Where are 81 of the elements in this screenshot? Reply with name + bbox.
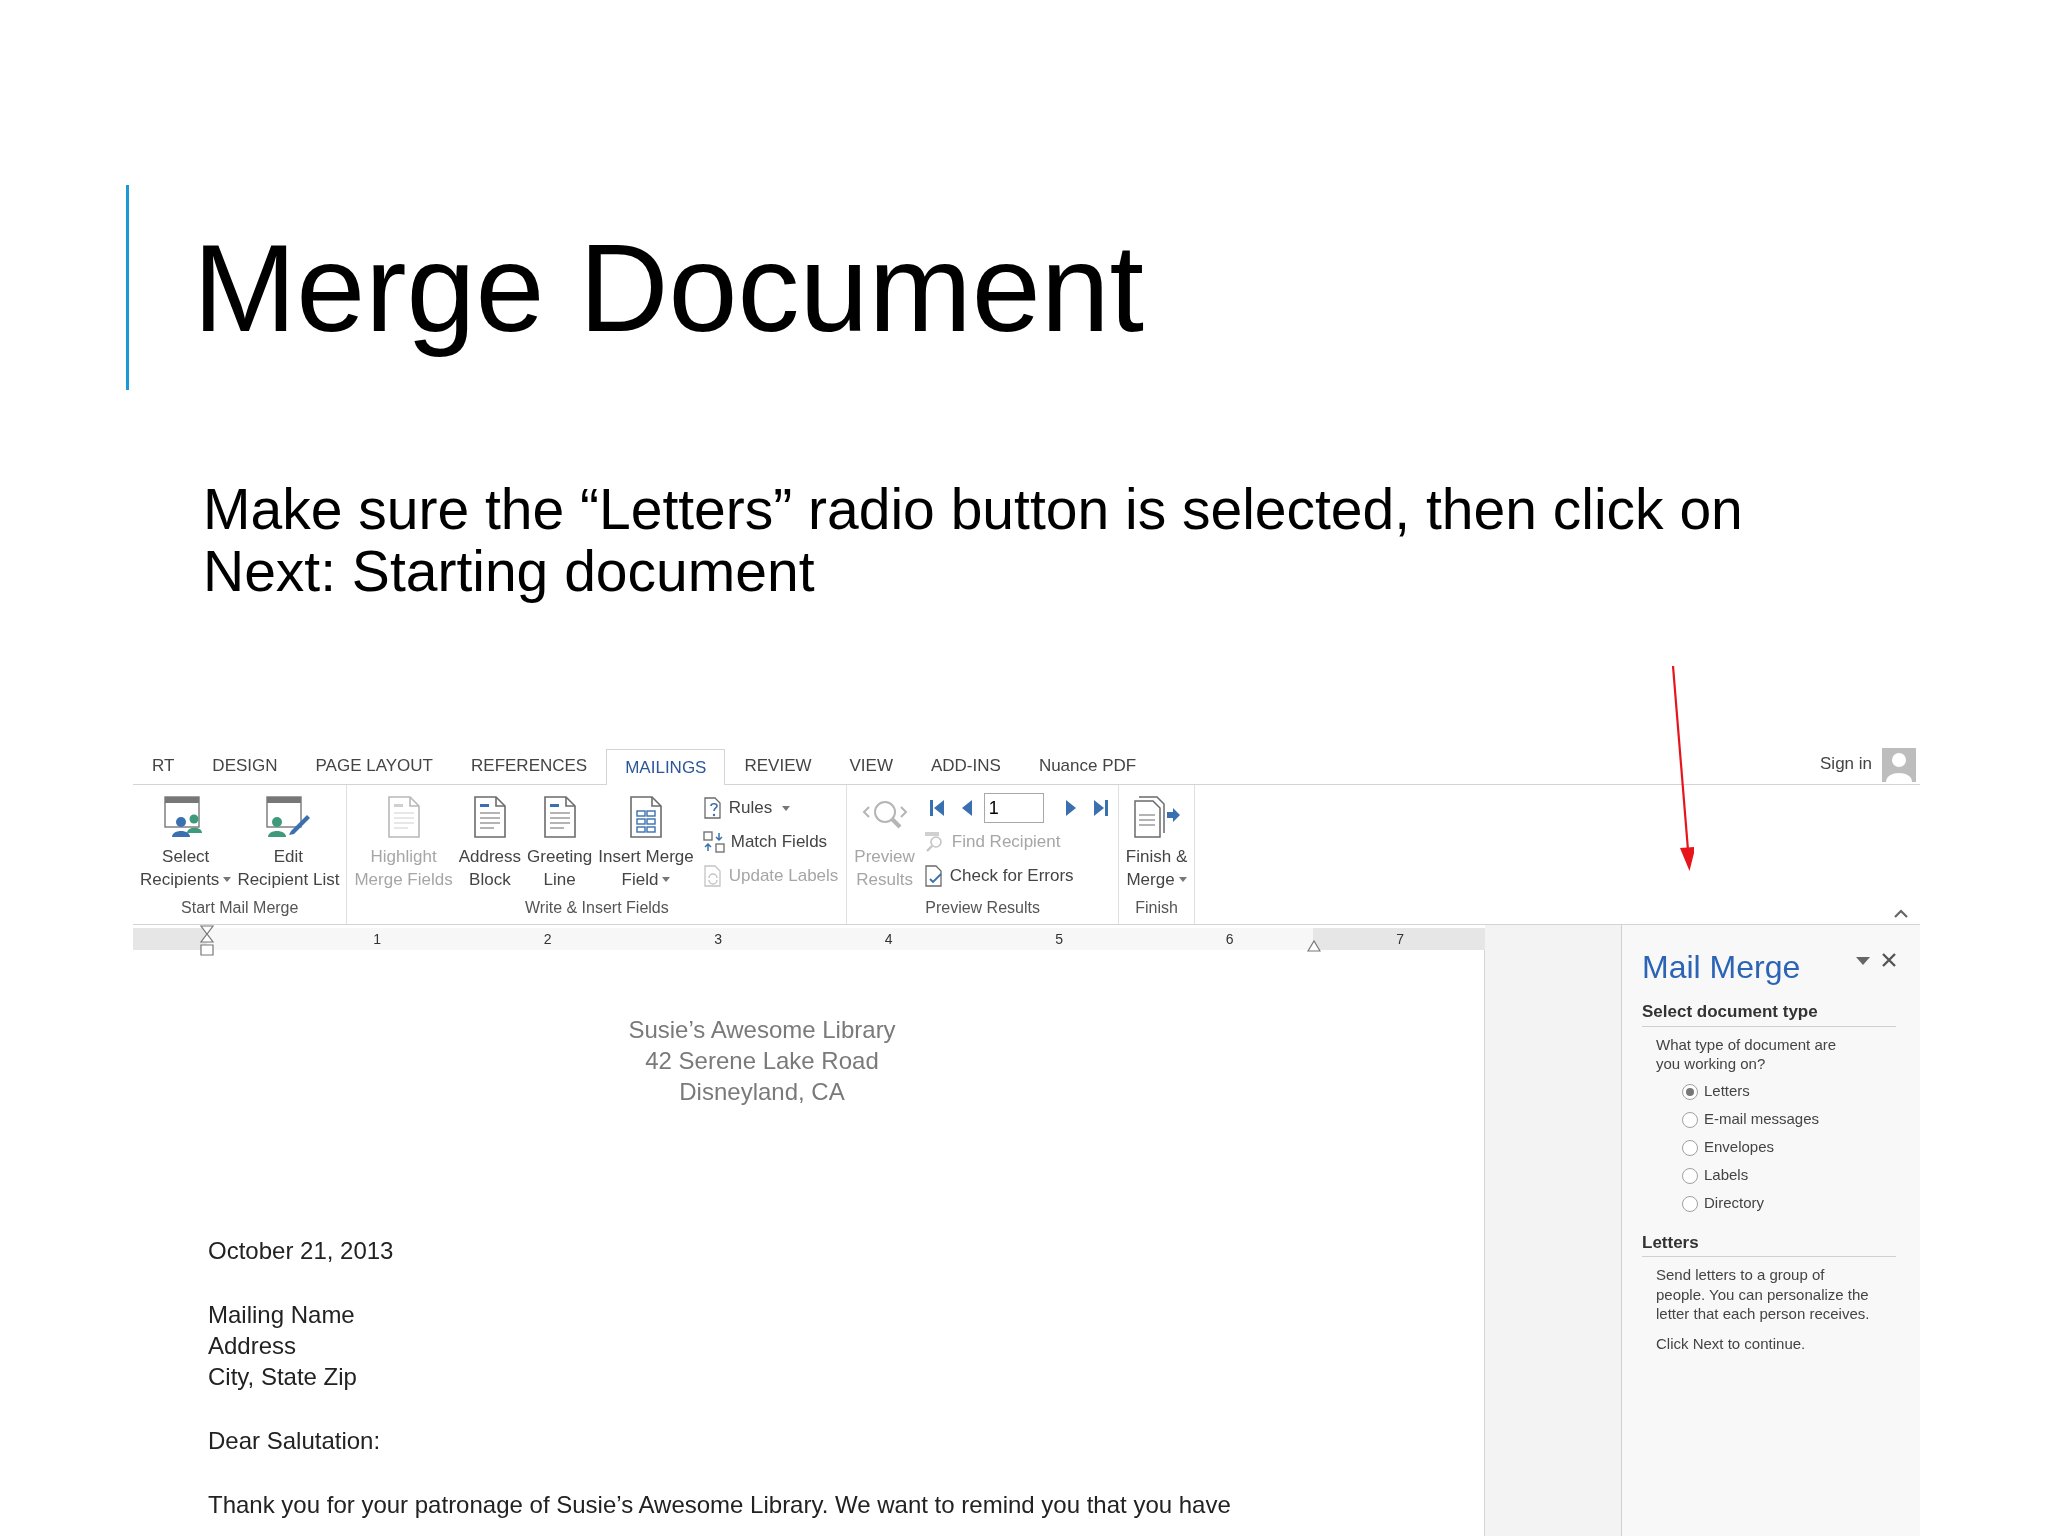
radio-button[interactable] xyxy=(1682,1167,1698,1184)
document-grid-icon xyxy=(629,795,663,839)
radio-label[interactable]: Labels xyxy=(1704,1164,1749,1187)
document-check-icon xyxy=(923,865,944,887)
left-triangle-icon xyxy=(960,800,973,816)
indent-marker-icon[interactable] xyxy=(199,925,215,959)
document-arrow-icon xyxy=(1132,795,1181,839)
ribbon-button[interactable]: Insert Merge Field xyxy=(595,795,697,896)
ribbon-tab[interactable]: Nuance PDF xyxy=(1019,748,1156,784)
ruler-number: 1 xyxy=(372,929,383,949)
salutation-text: Dear Salutation: xyxy=(208,1426,382,1456)
radio-label[interactable]: E-mail messages xyxy=(1704,1108,1820,1131)
dropdown-caret-icon[interactable] xyxy=(1856,957,1870,965)
swap-boxes-icon xyxy=(702,831,725,853)
ribbon-button[interactable]: Greeting Line xyxy=(524,795,596,896)
document-icon xyxy=(386,795,421,839)
radio-button[interactable] xyxy=(1682,1083,1698,1100)
radio-label[interactable]: Envelopes xyxy=(1704,1136,1775,1159)
section-heading: Letters xyxy=(1642,1229,1896,1257)
caret-icon xyxy=(223,877,232,882)
address-line: Mailing Name xyxy=(208,1300,356,1330)
hint-text: Click Next to continue. xyxy=(1656,1333,1807,1354)
ruler-number: 7 xyxy=(1395,929,1406,949)
radio-label[interactable]: Letters xyxy=(1704,1080,1750,1103)
ribbon-button[interactable]: Match Fields xyxy=(702,825,843,859)
list-edit-icon xyxy=(265,795,312,839)
ribbon-button[interactable]: Address Block xyxy=(455,795,525,896)
ribbon-tab[interactable]: REFERENCES xyxy=(452,748,607,784)
caret-icon xyxy=(1178,877,1187,882)
letterhead-line: 42 Serene Lake Road xyxy=(644,1046,880,1076)
description-text: Send letters to a group of people. You can personalize the letter that each person receives. xyxy=(1656,1265,1871,1324)
record-number-field[interactable]: 1 xyxy=(983,793,1044,823)
caret-icon xyxy=(662,877,671,882)
ribbon-button[interactable]: Finish & Merge xyxy=(1122,795,1191,896)
ribbon-tab[interactable]: ADD-INS xyxy=(911,748,1020,784)
ribbon-button[interactable]: Check for Errors xyxy=(923,859,1114,893)
letterhead-line: Susie’s Awesome Library xyxy=(627,1015,897,1045)
ribbon-tab[interactable]: MAILINGS xyxy=(606,749,726,785)
radio-button[interactable] xyxy=(1682,1195,1698,1212)
address-line: Address xyxy=(208,1331,298,1361)
radio-label[interactable]: Directory xyxy=(1704,1192,1764,1215)
sign-in-link[interactable]: Sign in xyxy=(1820,750,1872,776)
slide-title: Merge Document xyxy=(193,217,1145,358)
pane-title: Mail Merge xyxy=(1642,948,1802,987)
ribbon-tab[interactable]: DESIGN xyxy=(193,748,297,784)
ribbon-tab[interactable]: REVIEW xyxy=(725,748,831,784)
skip-end-icon xyxy=(1091,799,1110,817)
ribbon-tab[interactable]: PAGE LAYOUT xyxy=(296,748,452,784)
letterhead-line: Disneyland, CA xyxy=(678,1077,846,1107)
ruler-number: 3 xyxy=(713,929,724,949)
radio-button[interactable] xyxy=(1682,1139,1698,1156)
close-icon[interactable] xyxy=(1882,953,1896,967)
document-icon xyxy=(542,795,577,839)
radio-button[interactable] xyxy=(1682,1111,1698,1128)
ribbon-button[interactable]: Edit Recipient List xyxy=(234,795,343,896)
ribbon-tab[interactable]: RT xyxy=(133,748,194,784)
skip-start-icon xyxy=(927,799,946,817)
ribbon-button[interactable]: Rules xyxy=(702,791,843,825)
ruler-number: 4 xyxy=(883,929,894,949)
ribbon-button[interactable]: Select Recipients xyxy=(137,795,235,896)
group-label: Finish xyxy=(1134,898,1179,918)
group-label: Preview Results xyxy=(924,898,1041,918)
caret-icon xyxy=(782,805,791,811)
ruler-number: 6 xyxy=(1224,929,1235,949)
ruler-number: 2 xyxy=(542,929,553,949)
question-text: What type of document are you working on? xyxy=(1656,1034,1838,1073)
document-question-icon xyxy=(702,797,723,819)
refresh-document-icon xyxy=(702,865,723,887)
section-heading: Select document type xyxy=(1642,999,1896,1027)
group-label: Start Mail Merge xyxy=(180,898,300,918)
letter-date: October 21, 2013 xyxy=(208,1236,395,1266)
ribbon-tab[interactable]: VIEW xyxy=(830,748,912,784)
right-triangle-icon xyxy=(1064,800,1077,816)
address-line: City, State Zip xyxy=(208,1362,358,1392)
instruction-text: Make sure the “Letters” radio button is selected, then click on Next: Starting document xyxy=(203,478,1744,602)
right-indent-marker-icon[interactable] xyxy=(1307,940,1321,952)
collapse-ribbon-icon[interactable] xyxy=(1894,909,1908,918)
group-label: Write & Insert Fields xyxy=(524,898,670,918)
ruler-number: 5 xyxy=(1054,929,1065,949)
body-text: Thank you for your patronage of Susie’s Awesome Library. We want to remind you that you have xyxy=(208,1490,1232,1520)
document-icon xyxy=(472,795,507,839)
